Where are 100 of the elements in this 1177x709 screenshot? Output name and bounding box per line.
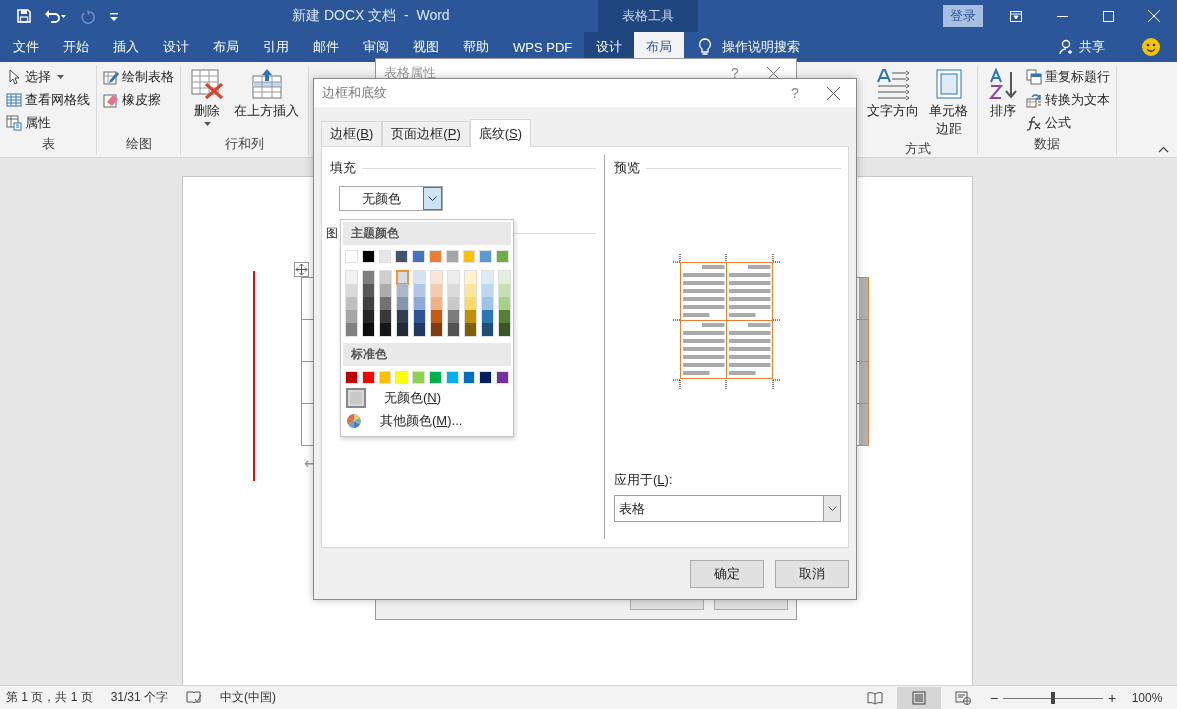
color-swatch[interactable] [345,250,358,263]
color-swatch[interactable] [412,371,425,384]
color-swatch[interactable] [363,297,374,310]
color-swatch[interactable] [414,297,425,310]
color-swatch[interactable] [499,284,510,297]
color-swatch[interactable] [482,323,493,336]
color-swatch[interactable] [462,250,476,263]
menu-item[interactable]: 无颜色(N) [384,389,442,407]
color-swatch[interactable] [395,250,409,263]
eraser-button[interactable]: 橡皮擦 [103,89,161,111]
color-swatch[interactable] [479,250,493,263]
ribbon-tab[interactable]: 文件 [0,32,51,62]
print-layout-button[interactable] [897,686,941,709]
color-swatch[interactable] [346,323,357,336]
ribbon-tab[interactable]: 视图 [401,32,451,62]
color-swatch[interactable] [499,323,510,336]
color-swatch[interactable] [361,371,375,384]
ribbon-tab[interactable]: 引用 [251,32,301,62]
sort-button[interactable]: 排序 [984,66,1022,122]
color-swatch[interactable] [431,271,442,284]
color-swatch[interactable] [414,284,425,297]
zoom-in-button[interactable]: + [1103,689,1121,706]
color-swatch[interactable] [397,284,408,297]
view-gridlines-button[interactable]: 查看网格线 [6,89,90,111]
ribbon-tab[interactable]: 布局 [201,32,251,62]
color-swatch[interactable] [397,297,408,310]
color-swatch[interactable] [346,310,357,323]
color-swatch[interactable] [496,371,509,384]
color-swatch[interactable] [479,371,493,384]
dialog-button[interactable]: 确定 [690,560,764,588]
sign-in-button[interactable]: 登录 [943,5,983,27]
repeat-header-button[interactable]: 重复标题行 [1026,66,1110,88]
dialog-tab[interactable]: 底纹(S) [469,119,532,147]
dialog-tab[interactable]: 边框(B) [321,121,383,146]
color-swatch[interactable] [363,323,374,336]
color-swatch[interactable] [346,271,357,284]
color-swatch[interactable] [448,271,459,284]
delete-button[interactable]: 删除 [187,66,227,128]
color-swatch[interactable] [496,250,509,263]
ribbon-tab[interactable]: 开始 [51,32,101,62]
menu-item[interactable]: 其他颜色(M)... [380,412,463,430]
color-swatch[interactable] [431,297,442,310]
color-swatch[interactable] [445,371,459,384]
ribbon-tab[interactable]: 审阅 [351,32,401,62]
color-swatch[interactable] [412,250,425,263]
ribbon-tab[interactable]: 设计 [151,32,201,62]
collapse-ribbon-icon[interactable] [1158,146,1169,153]
color-swatch[interactable] [380,310,391,323]
table-move-handle-icon[interactable] [294,262,309,277]
apply-to-dropdown[interactable]: 表格 [614,495,841,522]
color-swatch[interactable] [431,310,442,323]
color-swatch[interactable] [395,371,409,384]
zoom-slider-thumb[interactable] [1051,691,1055,704]
share-button[interactable]: 共享 [1059,32,1105,62]
ribbon-tab[interactable]: 邮件 [301,32,351,62]
color-swatch[interactable] [363,271,374,284]
color-swatch[interactable] [380,271,391,284]
color-swatch[interactable] [380,297,391,310]
zoom-level[interactable]: 100% [1121,690,1173,705]
color-swatch[interactable] [431,284,442,297]
color-swatch[interactable] [482,297,493,310]
color-swatch[interactable] [482,284,493,297]
color-swatch[interactable] [346,284,357,297]
color-swatch[interactable] [429,371,442,384]
color-swatch[interactable] [429,250,442,263]
color-swatch[interactable] [431,323,442,336]
proofing-icon[interactable] [186,690,203,705]
color-swatch[interactable] [378,371,392,384]
dialog-tab[interactable]: 页面边框(P) [382,121,470,146]
color-swatch[interactable] [482,271,493,284]
color-swatch[interactable] [465,310,476,323]
cell-margins-button[interactable]: 单元格边距 [926,66,971,140]
properties-button[interactable]: 属性 [6,112,51,134]
color-swatch[interactable] [397,323,408,336]
draw-table-button[interactable]: 绘制表格 [103,66,174,88]
color-swatch[interactable] [380,323,391,336]
color-swatch[interactable] [380,284,391,297]
select-button[interactable]: 选择 [6,66,64,88]
color-swatch[interactable] [499,310,510,323]
color-swatch[interactable] [482,310,493,323]
color-swatch[interactable] [465,323,476,336]
color-swatch[interactable] [499,297,510,310]
color-swatch[interactable] [414,323,425,336]
dialog-button[interactable]: 取消 [775,560,849,588]
zoom-out-button[interactable]: − [985,689,1003,706]
color-swatch[interactable] [445,250,459,263]
color-swatch[interactable] [397,310,408,323]
ribbon-tab[interactable]: 插入 [101,32,151,62]
color-swatch[interactable] [378,250,392,263]
color-swatch[interactable] [465,284,476,297]
color-swatch[interactable] [363,310,374,323]
smiley-icon[interactable] [1141,37,1161,57]
formula-button[interactable]: 公式 [1026,112,1110,134]
color-swatch[interactable] [345,371,358,384]
color-swatch[interactable] [363,284,374,297]
tell-me-search[interactable]: 操作说明搜索 [698,32,801,62]
color-swatch[interactable] [361,250,375,263]
zoom-slider[interactable] [1003,690,1103,705]
ribbon-tab[interactable]: WPS PDF [501,32,585,62]
color-swatch[interactable] [448,310,459,323]
